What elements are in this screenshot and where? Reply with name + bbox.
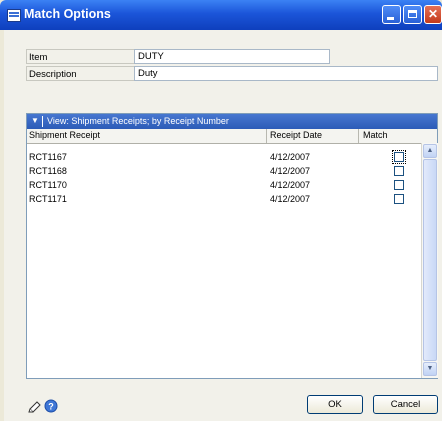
vertical-scrollbar[interactable]: ▲ ▼	[421, 143, 438, 378]
receipt-number: RCT1171	[29, 194, 67, 204]
table-row[interactable]: RCT1171 4/12/2007	[27, 194, 421, 206]
scroll-down-icon[interactable]: ▼	[423, 362, 437, 376]
ok-button[interactable]: OK	[307, 395, 363, 414]
match-checkbox[interactable]	[392, 150, 406, 164]
scroll-thumb[interactable]	[423, 159, 437, 361]
receipt-date: 4/12/2007	[270, 194, 311, 204]
receipt-date: 4/12/2007	[270, 180, 311, 190]
table-row[interactable]: RCT1168 4/12/2007	[27, 166, 421, 178]
item-field[interactable]: DUTY	[134, 49, 330, 64]
help-icon[interactable]: ?	[44, 399, 58, 413]
title-bar[interactable]: Match Options ✕	[0, 0, 442, 30]
window-menu-icon[interactable]	[7, 9, 21, 22]
receipt-date: 4/12/2007	[270, 166, 311, 176]
match-checkbox[interactable]	[394, 166, 404, 176]
column-headers: Shipment Receipt Receipt Date Match	[27, 129, 437, 144]
cancel-button[interactable]: Cancel	[373, 395, 438, 414]
receipt-number: RCT1167	[29, 152, 67, 162]
item-label: Item	[29, 52, 48, 63]
maximize-icon[interactable]	[403, 5, 422, 24]
table-row[interactable]: RCT1167 4/12/2007	[27, 150, 421, 164]
scroll-up-icon[interactable]: ▲	[423, 144, 437, 158]
match-checkbox[interactable]	[394, 194, 404, 204]
view-label[interactable]: View: Shipment Receipts; by Receipt Numb…	[47, 116, 229, 126]
receipt-date: 4/12/2007	[270, 152, 311, 162]
table-row[interactable]: RCT1170 4/12/2007	[27, 180, 421, 192]
grid-view-header[interactable]: ▼ View: Shipment Receipts; by Receipt Nu…	[27, 114, 437, 129]
svg-text:?: ?	[48, 402, 54, 412]
shipment-receipts-grid: ▼ View: Shipment Receipts; by Receipt Nu…	[26, 113, 438, 379]
window-title: Match Options	[24, 7, 111, 21]
description-field[interactable]: Duty	[134, 66, 438, 81]
close-icon[interactable]: ✕	[424, 5, 442, 24]
column-match[interactable]: Match	[363, 130, 388, 140]
column-receipt-date[interactable]: Receipt Date	[270, 130, 322, 140]
note-icon[interactable]	[28, 399, 42, 413]
column-shipment-receipt[interactable]: Shipment Receipt	[29, 130, 100, 140]
description-label: Description	[29, 69, 77, 80]
match-checkbox[interactable]	[394, 180, 404, 190]
dropdown-chevron-icon[interactable]: ▼	[31, 116, 39, 125]
receipt-number: RCT1168	[29, 166, 67, 176]
minimize-icon[interactable]	[382, 5, 401, 24]
receipt-number: RCT1170	[29, 180, 67, 190]
